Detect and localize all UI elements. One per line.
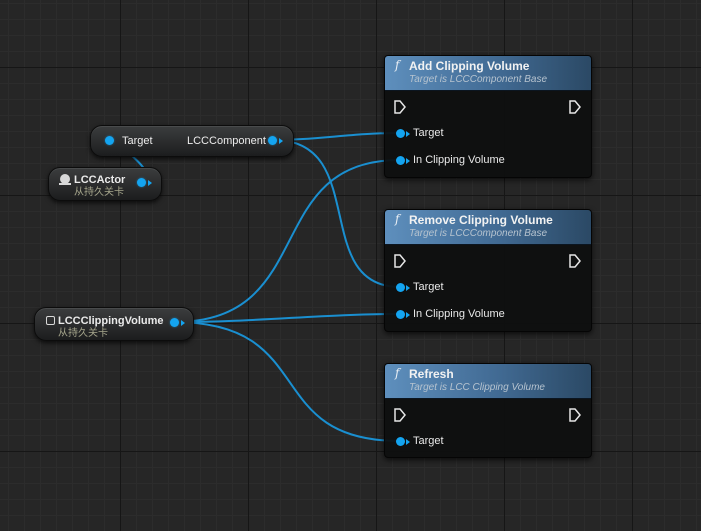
- lcc-actor-node[interactable]: LCCActor 从持久关卡: [48, 167, 162, 201]
- refresh-header[interactable]: f Refresh Target is LCC Clipping Volume: [385, 364, 591, 399]
- in-clipping-volume-pin-arrow: [406, 312, 410, 318]
- lcc-actor-title: LCCActor: [74, 174, 126, 186]
- lcc-component-output-pin[interactable]: [268, 136, 277, 145]
- remove-clipping-volume-node[interactable]: f Remove Clipping Volume Target is LCCCo…: [384, 209, 592, 332]
- refresh-title: Refresh: [409, 367, 454, 381]
- exec-input-pin[interactable]: [394, 100, 406, 114]
- target-input-pin[interactable]: [396, 283, 405, 292]
- lcc-clipping-volume-output-arrow: [181, 320, 185, 326]
- lcc-actor-subtitle: 从持久关卡: [74, 187, 124, 198]
- lcc-actor-output-pin[interactable]: [137, 178, 146, 187]
- function-icon: f: [395, 212, 400, 226]
- lcc-clipping-volume-output-pin[interactable]: [170, 318, 179, 327]
- refresh-subtitle: Target is LCC Clipping Volume: [409, 382, 545, 393]
- target-pin-label: Target: [413, 127, 444, 139]
- lcc-clipping-volume-node[interactable]: LCCClippingVolume 从持久关卡: [34, 307, 194, 341]
- in-clipping-volume-pin-arrow: [406, 158, 410, 164]
- exec-input-pin[interactable]: [394, 254, 406, 268]
- target-pin-arrow: [406, 131, 410, 137]
- add-clipping-volume-header[interactable]: f Add Clipping Volume Target is LCCCompo…: [385, 56, 591, 91]
- target-pin-label: Target: [413, 281, 444, 293]
- refresh-node[interactable]: f Refresh Target is LCC Clipping Volume …: [384, 363, 592, 458]
- wire-component-to-remove-target: [273, 139, 401, 288]
- exec-output-pin[interactable]: [569, 254, 581, 268]
- remove-clipping-volume-subtitle: Target is LCCComponent Base: [409, 228, 548, 239]
- in-clipping-volume-input-pin[interactable]: [396, 310, 405, 319]
- target-input-pin[interactable]: [105, 136, 114, 145]
- actor-icon: [59, 174, 71, 185]
- add-clipping-volume-title: Add Clipping Volume: [409, 59, 530, 73]
- in-clipping-volume-input-pin[interactable]: [396, 156, 405, 165]
- volume-icon: [46, 316, 55, 325]
- add-clipping-volume-node[interactable]: f Add Clipping Volume Target is LCCCompo…: [384, 55, 592, 178]
- remove-clipping-volume-title: Remove Clipping Volume: [409, 213, 553, 227]
- in-clipping-volume-pin-label: In Clipping Volume: [413, 308, 505, 320]
- wire-volume-to-add-in-volume: [173, 159, 401, 323]
- function-icon: f: [395, 58, 400, 72]
- wire-volume-to-refresh-target: [173, 321, 401, 442]
- lcc-component-output-arrow: [279, 138, 283, 144]
- exec-output-pin[interactable]: [569, 100, 581, 114]
- target-pin-arrow: [406, 439, 410, 445]
- in-clipping-volume-pin-label: In Clipping Volume: [413, 154, 505, 166]
- exec-output-pin[interactable]: [569, 408, 581, 422]
- exec-input-pin[interactable]: [394, 408, 406, 422]
- add-clipping-volume-subtitle: Target is LCCComponent Base: [409, 74, 548, 85]
- target-pin-arrow: [406, 285, 410, 291]
- function-icon: f: [395, 366, 400, 380]
- lcc-actor-output-arrow: [148, 180, 152, 186]
- get-lcc-component-node[interactable]: Target LCCComponent: [90, 125, 294, 157]
- target-pin-label: Target: [413, 435, 444, 447]
- target-input-pin[interactable]: [396, 437, 405, 446]
- lcc-clipping-volume-subtitle: 从持久关卡: [58, 328, 108, 339]
- lcc-component-pin-label: LCCComponent: [187, 135, 266, 147]
- target-pin-label: Target: [122, 135, 153, 147]
- connection-wires: [103, 132, 401, 442]
- wire-volume-to-remove-in-volume: [173, 313, 401, 323]
- target-input-pin[interactable]: [396, 129, 405, 138]
- remove-clipping-volume-header[interactable]: f Remove Clipping Volume Target is LCCCo…: [385, 210, 591, 245]
- lcc-clipping-volume-title: LCCClippingVolume: [58, 315, 164, 327]
